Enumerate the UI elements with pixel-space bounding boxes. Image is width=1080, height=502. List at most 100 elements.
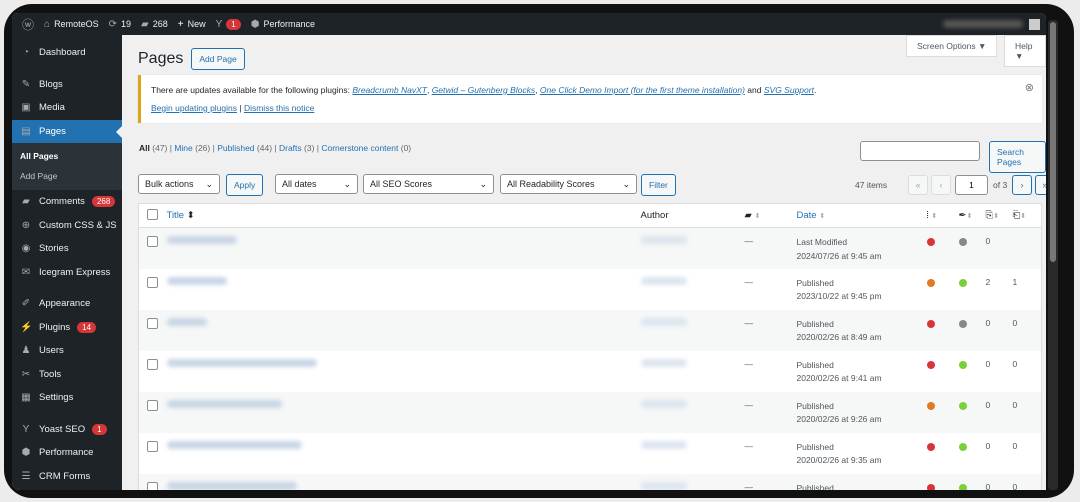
updates-link[interactable]: ⟳ 19 bbox=[109, 19, 131, 30]
performance-link[interactable]: ⬢ Performance bbox=[251, 19, 315, 30]
comment-count: — bbox=[744, 391, 797, 433]
yoast-link[interactable]: Y1 bbox=[215, 18, 241, 30]
sidebar-item-comments[interactable]: ▰ Comments 268 bbox=[12, 190, 122, 214]
row-checkbox[interactable] bbox=[147, 399, 158, 411]
incoming-links-icon: ⎗ bbox=[1012, 210, 1021, 221]
submenu-all-pages[interactable]: All Pages bbox=[12, 146, 122, 166]
view-published[interactable]: Published (44) bbox=[217, 143, 272, 153]
incoming-links-count: 0 bbox=[1012, 473, 1042, 490]
page-title-link[interactable] bbox=[166, 276, 227, 285]
sidebar-item-yoast-seo[interactable]: Y Yoast SEO 1 bbox=[12, 418, 122, 442]
prev-page-button[interactable]: ‹ bbox=[931, 175, 951, 195]
scrollbar[interactable] bbox=[1048, 20, 1058, 490]
sidebar-item-plugins[interactable]: ⚡ Plugins 14 bbox=[12, 316, 122, 340]
page-title-link[interactable] bbox=[166, 317, 207, 326]
outgoing-links-column-header[interactable]: ⎘⬍ bbox=[985, 203, 1013, 228]
comment-count: — bbox=[744, 473, 797, 490]
sidebar-item-pages[interactable]: ▤ Pages bbox=[12, 119, 122, 143]
sidebar-item-tools[interactable]: ✂ Tools bbox=[12, 363, 122, 387]
comments-link[interactable]: ▰ 268 bbox=[141, 19, 168, 30]
date-column-header[interactable]: Date ⬍ bbox=[797, 210, 826, 221]
seo-score-column-header[interactable]: ⦙ ⬍ bbox=[926, 203, 959, 228]
screen-options-button[interactable]: Screen Options ▼ bbox=[906, 35, 998, 57]
post-date: 2024/07/26 at 9:45 am bbox=[796, 250, 882, 261]
sidebar-item-appearance[interactable]: ✐ Appearance bbox=[12, 292, 122, 316]
plugin-link[interactable]: SVG Support bbox=[764, 85, 814, 95]
begin-updating-link[interactable]: Begin updating plugins bbox=[151, 103, 237, 113]
sidebar-item-blogs[interactable]: ✎ Blogs bbox=[12, 73, 122, 97]
plugin-link[interactable]: One Click Demo Import (for the first the… bbox=[540, 85, 745, 95]
user-menu[interactable] bbox=[943, 18, 1040, 30]
comments-column-header[interactable]: ▰ ⬍ bbox=[744, 203, 797, 228]
row-checkbox[interactable] bbox=[147, 276, 158, 288]
row-checkbox[interactable] bbox=[147, 236, 158, 247]
new-link[interactable]: + New bbox=[178, 19, 206, 30]
wrench-icon: ✂ bbox=[21, 368, 31, 380]
sidebar-item-stories[interactable]: ◉ Stories bbox=[12, 237, 122, 261]
last-page-button[interactable]: » bbox=[1035, 175, 1046, 195]
author-link[interactable] bbox=[640, 276, 687, 285]
readability-column-header[interactable]: ✒⬍ bbox=[958, 203, 986, 228]
table-row: — Published 2020/02/26 at 8:49 am 0 0 bbox=[138, 309, 1042, 351]
view-mine[interactable]: Mine (26) bbox=[174, 143, 210, 153]
title-column-header[interactable]: Title ⬍ bbox=[167, 210, 195, 221]
page-title-link[interactable] bbox=[166, 440, 302, 449]
sidebar-item-crm-forms[interactable]: ☰ CRM Forms bbox=[12, 465, 122, 489]
readability-score-dot bbox=[958, 360, 967, 369]
author-link[interactable] bbox=[640, 440, 687, 449]
author-link[interactable] bbox=[640, 481, 687, 490]
refresh-icon: ⟳ bbox=[108, 18, 117, 30]
sidebar-item-dashboard[interactable]: ◔ Dashboard bbox=[12, 41, 122, 65]
plugin-link[interactable]: Getwid – Gutenberg Blocks bbox=[432, 85, 535, 95]
dates-select[interactable]: All dates ⌄ bbox=[275, 174, 358, 194]
help-button[interactable]: Help ▼ bbox=[1004, 35, 1046, 67]
yoast-icon: Y bbox=[215, 18, 223, 30]
readability-score-dot bbox=[958, 401, 967, 410]
incoming-links-count bbox=[1012, 227, 1042, 269]
search-input[interactable] bbox=[860, 141, 980, 161]
seo-score-select[interactable]: All SEO Scores ⌄ bbox=[363, 174, 494, 194]
author-link[interactable] bbox=[640, 236, 687, 244]
page-title-link[interactable] bbox=[166, 358, 317, 367]
sidebar-item-settings[interactable]: ▦ Settings bbox=[12, 386, 122, 410]
sidebar-item-media[interactable]: ▣ Media bbox=[12, 96, 122, 120]
submenu-add-page[interactable]: Add Page bbox=[12, 166, 122, 186]
site-link[interactable]: ⌂ RemoteOS bbox=[44, 19, 99, 30]
select-all-checkbox[interactable] bbox=[147, 208, 158, 220]
current-page-input[interactable] bbox=[955, 175, 988, 195]
row-checkbox[interactable] bbox=[147, 358, 158, 370]
sidebar-item-performance[interactable]: ⬢ Performance bbox=[12, 441, 122, 465]
wordpress-logo-icon[interactable]: ⓦ bbox=[22, 16, 34, 33]
comment-count: — bbox=[744, 358, 754, 369]
pages-submenu: All Pages Add Page bbox=[12, 143, 122, 190]
author-link[interactable] bbox=[640, 358, 687, 367]
sidebar-item-icegram-express[interactable]: ✉ Icegram Express bbox=[12, 261, 122, 285]
row-checkbox[interactable] bbox=[147, 481, 158, 490]
page-title-link[interactable] bbox=[166, 399, 282, 408]
author-link[interactable] bbox=[640, 399, 687, 408]
incoming-links-column-header[interactable]: ⎗⬍ bbox=[1012, 203, 1042, 228]
dismiss-notice-link[interactable]: Dismiss this notice bbox=[244, 103, 314, 113]
readability-select[interactable]: All Readability Scores ⌄ bbox=[500, 174, 637, 194]
row-checkbox[interactable] bbox=[147, 440, 158, 452]
page-title-link[interactable] bbox=[166, 236, 237, 244]
sidebar-item-custom-css-js[interactable]: ⊕ Custom CSS & JS bbox=[12, 214, 122, 238]
apply-button[interactable]: Apply bbox=[226, 174, 264, 196]
sidebar-item-users[interactable]: ♟ Users bbox=[12, 339, 122, 363]
page-title-link[interactable] bbox=[166, 481, 297, 490]
bulk-actions-select[interactable]: Bulk actions ⌄ bbox=[138, 174, 220, 194]
next-page-button[interactable]: › bbox=[1012, 175, 1032, 195]
row-checkbox[interactable] bbox=[147, 317, 158, 329]
view-all[interactable]: All (47) bbox=[139, 143, 167, 153]
view-cornerstone-content[interactable]: Cornerstone content (0) bbox=[321, 143, 411, 153]
first-page-button[interactable]: « bbox=[908, 175, 928, 195]
view-drafts[interactable]: Drafts (3) bbox=[279, 143, 314, 153]
search-pages-button[interactable]: Search Pages bbox=[989, 141, 1046, 173]
media-icon: ▣ bbox=[21, 102, 31, 114]
author-link[interactable] bbox=[640, 317, 687, 326]
filter-button[interactable]: Filter bbox=[641, 174, 676, 196]
add-page-button[interactable]: Add Page bbox=[191, 48, 245, 70]
scrollbar-thumb[interactable] bbox=[1050, 22, 1056, 262]
close-icon[interactable]: ⊗ bbox=[1025, 81, 1034, 94]
plugin-link[interactable]: Breadcrumb NavXT bbox=[352, 85, 427, 95]
